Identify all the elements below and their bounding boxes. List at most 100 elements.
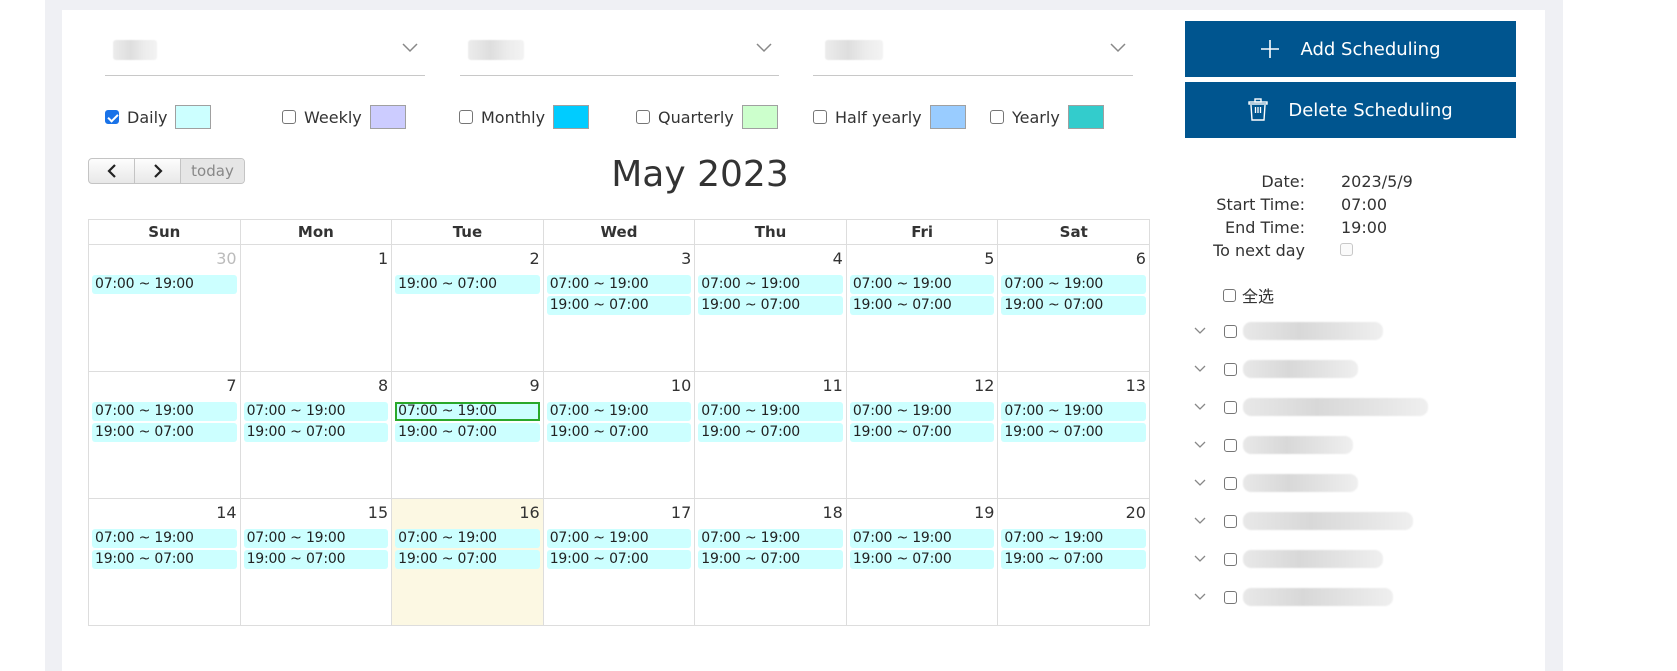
schedule-event[interactable]: 19:00 ~ 07:00 (395, 275, 540, 294)
legend-checkbox[interactable] (990, 110, 1004, 124)
filter-select-3[interactable] (813, 28, 1133, 76)
legend-checkbox[interactable] (282, 110, 296, 124)
tree-item-checkbox[interactable] (1224, 476, 1237, 490)
day-cell[interactable]: 10 07:00 ~ 19:00 19:00 ~ 07:00 (543, 372, 696, 499)
legend-color-swatch (1067, 105, 1104, 129)
day-cell[interactable]: 11 07:00 ~ 19:00 19:00 ~ 07:00 (695, 372, 847, 499)
schedule-event[interactable]: 07:00 ~ 19:00 (92, 275, 237, 294)
schedule-event[interactable]: 07:00 ~ 19:00 (395, 529, 540, 548)
schedule-event[interactable]: 19:00 ~ 07:00 (698, 550, 843, 569)
schedule-event[interactable]: 19:00 ~ 07:00 (546, 550, 692, 569)
legend-filter-weekly[interactable]: Weekly (282, 104, 406, 130)
schedule-event[interactable]: 07:00 ~ 19:00 (698, 529, 843, 548)
legend-checkbox[interactable] (105, 110, 119, 124)
filter-select-2[interactable] (460, 28, 779, 76)
day-number: 16 (519, 503, 540, 522)
day-cell[interactable]: 2 19:00 ~ 07:00 (392, 245, 544, 372)
today-button[interactable]: today (181, 159, 244, 183)
legend-filter-monthly[interactable]: Monthly (459, 104, 590, 130)
schedule-event[interactable]: 07:00 ~ 19:00 (849, 402, 995, 421)
schedule-event[interactable]: 19:00 ~ 07:00 (243, 423, 389, 442)
day-cell[interactable]: 12 07:00 ~ 19:00 19:00 ~ 07:00 (846, 372, 999, 499)
schedule-event[interactable]: 07:00 ~ 19:00 (92, 402, 237, 421)
tree-item-checkbox[interactable] (1224, 438, 1237, 452)
schedule-event[interactable]: 19:00 ~ 07:00 (849, 550, 995, 569)
add-scheduling-button[interactable]: Add Scheduling (1185, 21, 1516, 77)
select-value-redacted (825, 40, 883, 60)
legend-checkbox[interactable] (459, 110, 473, 124)
schedule-event[interactable]: 19:00 ~ 07:00 (395, 550, 540, 569)
day-cell[interactable]: 14 07:00 ~ 19:00 19:00 ~ 07:00 (89, 499, 241, 626)
schedule-event[interactable]: 07:00 ~ 19:00 (92, 529, 237, 548)
legend-filter-half-yearly[interactable]: Half yearly (813, 104, 966, 130)
day-cell[interactable]: 9 07:00 ~ 19:00 19:00 ~ 07:00 (392, 372, 544, 499)
day-cell[interactable]: 13 07:00 ~ 19:00 19:00 ~ 07:00 (998, 372, 1150, 499)
tree-item-checkbox[interactable] (1224, 514, 1237, 528)
schedule-event[interactable]: 19:00 ~ 07:00 (1001, 423, 1146, 442)
day-cell[interactable]: 7 07:00 ~ 19:00 19:00 ~ 07:00 (89, 372, 241, 499)
next-month-button[interactable] (135, 159, 181, 183)
day-cell[interactable]: 4 07:00 ~ 19:00 19:00 ~ 07:00 (695, 245, 847, 372)
chevron-down-icon[interactable] (1192, 440, 1208, 450)
schedule-event[interactable]: 19:00 ~ 07:00 (546, 423, 692, 442)
day-cell[interactable]: 30 07:00 ~ 19:00 (89, 245, 241, 372)
chevron-down-icon[interactable] (1192, 554, 1208, 564)
legend-filter-yearly[interactable]: Yearly (990, 104, 1104, 130)
schedule-event[interactable]: 07:00 ~ 19:00 (546, 402, 692, 421)
schedule-event[interactable]: 07:00 ~ 19:00 (849, 275, 995, 294)
schedule-event[interactable]: 19:00 ~ 07:00 (849, 423, 995, 442)
chevron-down-icon[interactable] (1192, 364, 1208, 374)
schedule-event[interactable]: 19:00 ~ 07:00 (92, 423, 237, 442)
schedule-event[interactable]: 07:00 ~ 19:00 (243, 402, 389, 421)
schedule-event[interactable]: 07:00 ~ 19:00 (546, 275, 692, 294)
schedule-event[interactable]: 07:00 ~ 19:00 (849, 529, 995, 548)
schedule-event[interactable]: 19:00 ~ 07:00 (92, 550, 237, 569)
schedule-event[interactable]: 07:00 ~ 19:00 (698, 275, 843, 294)
legend-filter-quarterly[interactable]: Quarterly (636, 104, 778, 130)
schedule-event[interactable]: 19:00 ~ 07:00 (243, 550, 389, 569)
schedule-event[interactable]: 19:00 ~ 07:00 (1001, 550, 1146, 569)
schedule-event-selected[interactable]: 07:00 ~ 19:00 (395, 402, 540, 421)
chevron-down-icon[interactable] (1192, 326, 1208, 336)
schedule-event[interactable]: 07:00 ~ 19:00 (698, 402, 843, 421)
schedule-event[interactable]: 07:00 ~ 19:00 (1001, 275, 1146, 294)
schedule-event[interactable]: 07:00 ~ 19:00 (243, 529, 389, 548)
day-cell[interactable]: 3 07:00 ~ 19:00 19:00 ~ 07:00 (543, 245, 696, 372)
schedule-event[interactable]: 19:00 ~ 07:00 (698, 423, 843, 442)
day-cell[interactable]: 1 (240, 245, 393, 372)
schedule-event[interactable]: 19:00 ~ 07:00 (546, 296, 692, 315)
tree-item-checkbox[interactable] (1224, 324, 1237, 338)
legend-checkbox[interactable] (636, 110, 650, 124)
delete-scheduling-button[interactable]: Delete Scheduling (1185, 82, 1516, 138)
schedule-event[interactable]: 07:00 ~ 19:00 (1001, 529, 1146, 548)
chevron-down-icon[interactable] (1192, 516, 1208, 526)
select-all-checkbox[interactable] (1223, 288, 1236, 302)
chevron-down-icon[interactable] (1192, 402, 1208, 412)
schedule-event[interactable]: 07:00 ~ 19:00 (546, 529, 692, 548)
day-cell[interactable]: 6 07:00 ~ 19:00 19:00 ~ 07:00 (998, 245, 1150, 372)
schedule-event[interactable]: 19:00 ~ 07:00 (1001, 296, 1146, 315)
next-day-checkbox[interactable] (1340, 243, 1353, 256)
tree-item-checkbox[interactable] (1224, 552, 1237, 566)
day-cell[interactable]: 15 07:00 ~ 19:00 19:00 ~ 07:00 (240, 499, 393, 626)
day-cell[interactable]: 5 07:00 ~ 19:00 19:00 ~ 07:00 (846, 245, 999, 372)
schedule-event[interactable]: 07:00 ~ 19:00 (1001, 402, 1146, 421)
day-cell[interactable]: 18 07:00 ~ 19:00 19:00 ~ 07:00 (695, 499, 847, 626)
schedule-event[interactable]: 19:00 ~ 07:00 (698, 296, 843, 315)
schedule-event[interactable]: 19:00 ~ 07:00 (849, 296, 995, 315)
day-cell[interactable]: 17 07:00 ~ 19:00 19:00 ~ 07:00 (543, 499, 696, 626)
legend-checkbox[interactable] (813, 110, 827, 124)
filter-select-1[interactable] (105, 28, 425, 76)
day-cell[interactable]: 20 07:00 ~ 19:00 19:00 ~ 07:00 (998, 499, 1150, 626)
day-cell-today[interactable]: 16 07:00 ~ 19:00 19:00 ~ 07:00 (392, 499, 544, 626)
prev-month-button[interactable] (89, 159, 135, 183)
chevron-down-icon[interactable] (1192, 478, 1208, 488)
tree-item-checkbox[interactable] (1224, 400, 1237, 414)
tree-item-checkbox[interactable] (1224, 362, 1237, 376)
legend-filter-daily[interactable]: Daily (105, 104, 212, 130)
day-cell[interactable]: 19 07:00 ~ 19:00 19:00 ~ 07:00 (846, 499, 999, 626)
schedule-event[interactable]: 19:00 ~ 07:00 (395, 423, 540, 442)
tree-item-checkbox[interactable] (1224, 590, 1237, 604)
day-cell[interactable]: 8 07:00 ~ 19:00 19:00 ~ 07:00 (240, 372, 393, 499)
chevron-down-icon[interactable] (1192, 592, 1208, 602)
